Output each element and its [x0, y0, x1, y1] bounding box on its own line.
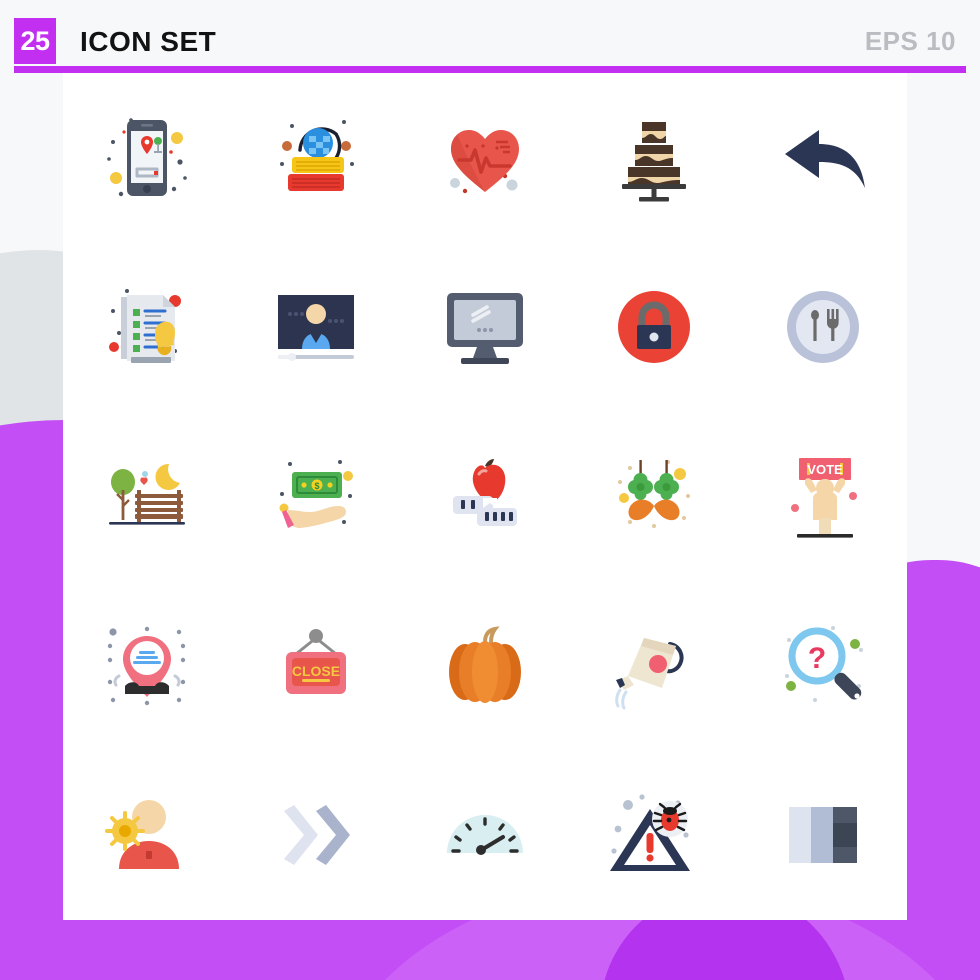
page-title: ICON SET: [80, 26, 217, 57]
search-question-icon: ?: [784, 625, 863, 702]
icon-cell-speedometer-gauge[interactable]: Speedometer Gauge: [401, 751, 570, 920]
mobile-gps-navigation-icon: [107, 117, 188, 196]
icon-cell-desktop-monitor[interactable]: Desktop Monitor: [401, 242, 570, 411]
icon-cell-shamrock-mustache[interactable]: Shamrock and Mustache: [569, 412, 738, 581]
reply-back-arrow-icon: [784, 129, 865, 188]
icon-cell-park-bench-night[interactable]: Park Bench at Night: [63, 412, 232, 581]
icon-cell-user-settings-sun[interactable]: User Profile with Sun: [63, 751, 232, 920]
header-divider: [14, 66, 966, 73]
icon-cell-apple-nutrition-scale[interactable]: Apple Nutrition Scale: [401, 412, 570, 581]
svg-text:CLOSE: CLOSE: [292, 663, 340, 679]
double-chevron-right-icon: [284, 805, 351, 866]
icon-cell-video-presentation[interactable]: Video Presentation: [232, 242, 401, 411]
icon-cell-wedding-cake[interactable]: Wedding Cake: [569, 73, 738, 242]
icon-cell-reply-back-arrow[interactable]: Reply Back Arrow: [738, 73, 907, 242]
user-settings-sun-icon: [105, 800, 180, 870]
heartbeat-heart-icon: [449, 129, 519, 193]
icon-cell-plate-cutlery[interactable]: Plate with Cutlery: [738, 242, 907, 411]
shamrock-mustache-icon: [617, 460, 690, 529]
icon-cell-security-lock[interactable]: Security Lock: [569, 242, 738, 411]
header: 25 ICON SET EPS 10: [0, 0, 980, 73]
wedding-cake-icon: [621, 121, 686, 202]
icon-cell-location-pin-marker[interactable]: Location Pin Marker: [63, 581, 232, 750]
checklist-notification-icon: [109, 289, 182, 364]
icon-set-canvas: 25 ICON SET EPS 10 Mobile GPS Navigation: [0, 0, 980, 980]
globe-books-education-icon: [280, 119, 355, 191]
desktop-monitor-icon: [446, 293, 523, 365]
icon-cell-search-question[interactable]: Search Question Mark ?: [738, 581, 907, 750]
icon-cell-close-sign[interactable]: Close Hanging Sign CLOSE: [232, 581, 401, 750]
plate-cutlery-icon: [786, 291, 859, 364]
icon-cell-virus-warning-triangle[interactable]: Virus Warning Triangle: [569, 751, 738, 920]
video-presentation-icon: [278, 295, 355, 362]
icon-cell-vote-protest-sign[interactable]: Person with Vote Sign VOTE: [738, 412, 907, 581]
format-label: EPS 10: [864, 26, 956, 56]
icon-cell-color-swatch-bars[interactable]: Color Swatch Bars: [738, 751, 907, 920]
icon-count-badge: 25: [14, 18, 56, 64]
icon-cell-heartbeat-heart[interactable]: Heartbeat Heart: [401, 73, 570, 242]
icon-cell-pumpkin[interactable]: Pumpkin: [401, 581, 570, 750]
virus-warning-triangle-icon: [609, 794, 690, 872]
color-swatch-bars-icon: [788, 807, 857, 864]
icon-cell-checklist-notification[interactable]: Checklist Notification: [63, 242, 232, 411]
close-sign-icon: CLOSE: [286, 628, 347, 694]
vote-protest-sign-icon: VOTE: [790, 458, 857, 539]
icon-grid: Mobile GPS Navigation: [63, 73, 907, 920]
hand-money-cash-icon: $: [279, 460, 354, 529]
watering-can-icon: [614, 637, 684, 710]
icon-cell-double-chevron-right[interactable]: Double Chevron Right: [232, 751, 401, 920]
location-pin-marker-icon: [108, 626, 186, 706]
icon-cell-mobile-gps-navigation[interactable]: Mobile GPS Navigation: [63, 73, 232, 242]
speedometer-gauge-icon: [446, 815, 523, 856]
park-bench-night-icon: [109, 464, 186, 526]
security-lock-icon: [617, 291, 690, 364]
icon-cell-watering-can[interactable]: Watering Can: [569, 581, 738, 750]
apple-nutrition-scale-icon: [452, 459, 517, 527]
svg-text:?: ?: [807, 642, 825, 675]
svg-text:VOTE: VOTE: [807, 462, 843, 477]
icon-cell-hand-money-cash[interactable]: Hand with Money $: [232, 412, 401, 581]
pumpkin-icon: [448, 626, 521, 703]
icon-cell-globe-books-education[interactable]: Globe with Books: [232, 73, 401, 242]
svg-text:$: $: [315, 481, 320, 491]
